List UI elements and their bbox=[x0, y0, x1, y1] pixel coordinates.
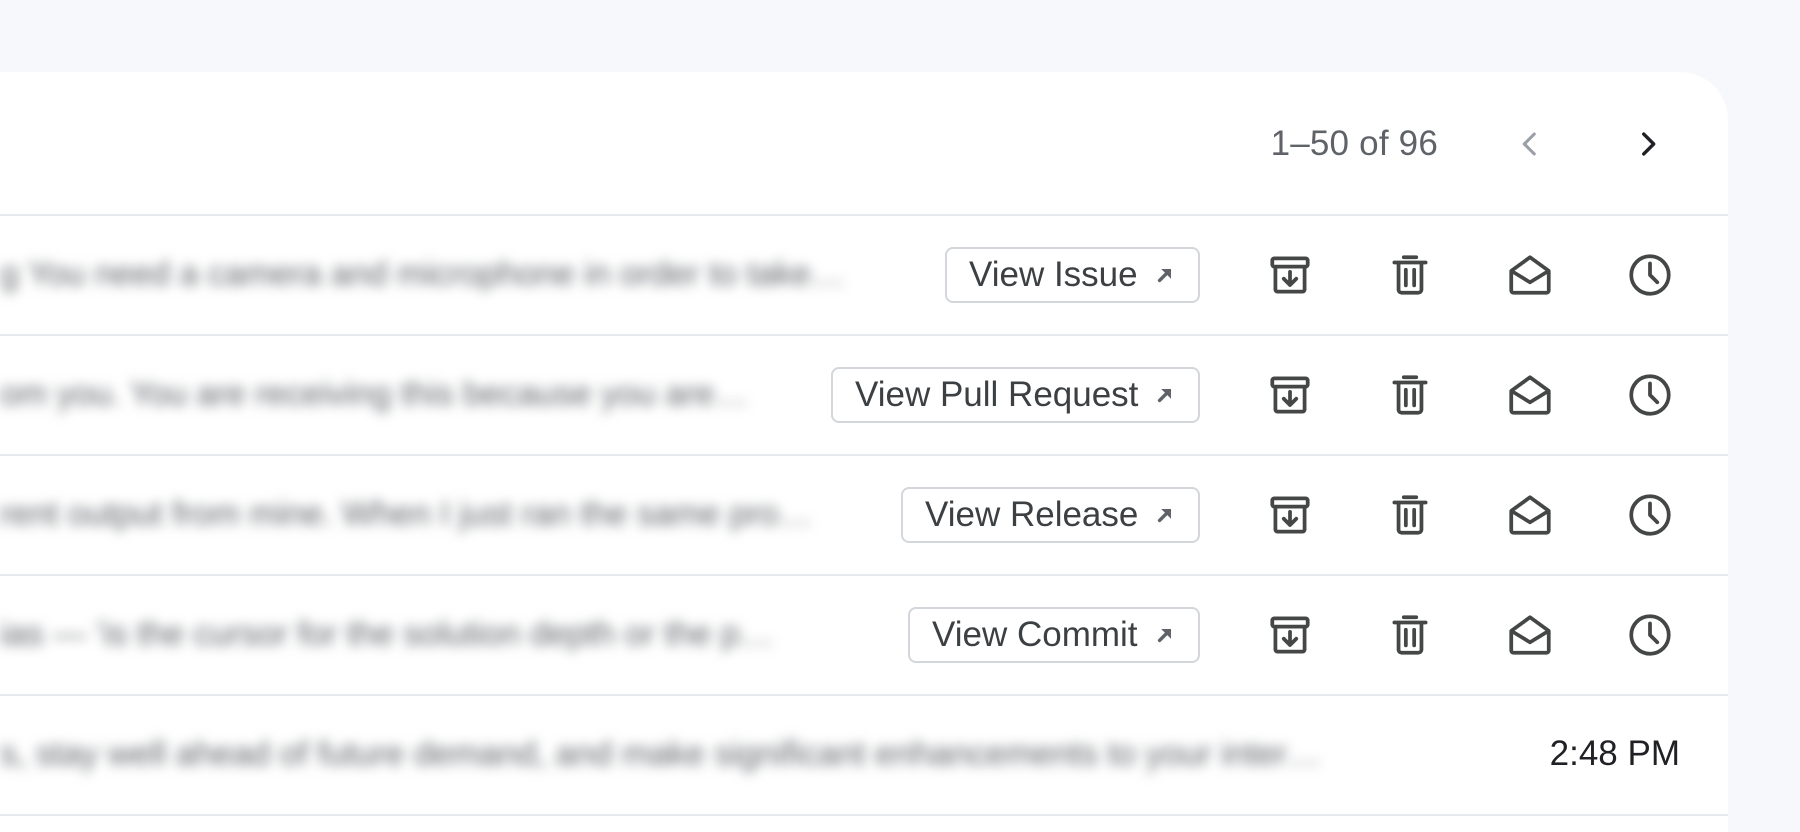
clock-icon bbox=[1629, 254, 1671, 296]
open-external-arrow-icon bbox=[1152, 622, 1178, 648]
pagination-range: 1–50 of 96 bbox=[1270, 124, 1438, 163]
mail-open-icon bbox=[1509, 495, 1551, 535]
trash-icon bbox=[1392, 375, 1428, 415]
delete-button[interactable] bbox=[1382, 367, 1438, 423]
delete-button[interactable] bbox=[1382, 247, 1438, 303]
trash-icon bbox=[1392, 615, 1428, 655]
next-page-button[interactable] bbox=[1620, 116, 1676, 172]
chip-label: View Pull Request bbox=[855, 375, 1139, 414]
message-snippet: om you. You are receiving this because y… bbox=[0, 375, 749, 413]
chevron-left-icon bbox=[1522, 132, 1536, 156]
trash-icon bbox=[1392, 495, 1428, 535]
chip-label: View Release bbox=[925, 495, 1139, 534]
mark-as-read-button[interactable] bbox=[1502, 247, 1558, 303]
clock-icon bbox=[1629, 494, 1671, 536]
quick-action-chip[interactable]: View Issue bbox=[945, 247, 1200, 303]
mail-open-icon bbox=[1509, 615, 1551, 655]
open-external-arrow-icon bbox=[1152, 262, 1178, 288]
mail-open-icon bbox=[1509, 375, 1551, 415]
message-snippet: ias — 'is the cursor for the solution de… bbox=[0, 615, 774, 653]
clock-icon bbox=[1629, 374, 1671, 416]
message-row[interactable]: rent output from mine. When I just ran t… bbox=[0, 456, 1728, 576]
archive-icon bbox=[1270, 496, 1310, 534]
message-row[interactable]: s, stay well ahead of future demand, and… bbox=[0, 696, 1728, 816]
message-time: 2:48 PM bbox=[1549, 734, 1680, 773]
previous-page-button[interactable] bbox=[1502, 116, 1558, 172]
archive-icon bbox=[1270, 376, 1310, 414]
mark-as-read-button[interactable] bbox=[1502, 487, 1558, 543]
archive-icon bbox=[1270, 256, 1310, 294]
message-snippet: g You need a camera and microphone in or… bbox=[0, 255, 845, 293]
archive-button[interactable] bbox=[1262, 487, 1318, 543]
open-external-arrow-icon bbox=[1152, 502, 1178, 528]
snooze-button[interactable] bbox=[1622, 367, 1678, 423]
quick-action-chip[interactable]: View Commit bbox=[908, 607, 1200, 663]
message-snippet: rent output from mine. When I just ran t… bbox=[0, 495, 813, 533]
message-row[interactable]: g You need a camera and microphone in or… bbox=[0, 216, 1728, 336]
chip-label: View Commit bbox=[932, 615, 1138, 654]
quick-action-chip[interactable]: View Release bbox=[901, 487, 1201, 543]
mail-open-icon bbox=[1509, 255, 1551, 295]
quick-action-chip[interactable]: View Pull Request bbox=[831, 367, 1201, 423]
trash-icon bbox=[1392, 255, 1428, 295]
delete-button[interactable] bbox=[1382, 607, 1438, 663]
clock-icon bbox=[1629, 614, 1671, 656]
mark-as-read-button[interactable] bbox=[1502, 607, 1558, 663]
archive-button[interactable] bbox=[1262, 247, 1318, 303]
message-row[interactable]: om you. You are receiving this because y… bbox=[0, 336, 1728, 456]
open-external-arrow-icon bbox=[1152, 382, 1178, 408]
chevron-right-icon bbox=[1642, 132, 1656, 156]
snooze-button[interactable] bbox=[1622, 607, 1678, 663]
mark-as-read-button[interactable] bbox=[1502, 367, 1558, 423]
list-toolbar: 1–50 of 96 bbox=[0, 72, 1728, 216]
snooze-button[interactable] bbox=[1622, 487, 1678, 543]
archive-button[interactable] bbox=[1262, 367, 1318, 423]
message-snippet: s, stay well ahead of future demand, and… bbox=[0, 735, 1322, 773]
archive-icon bbox=[1270, 616, 1310, 654]
archive-button[interactable] bbox=[1262, 607, 1318, 663]
message-list-panel: 1–50 of 96 g You need a camera and micro… bbox=[0, 72, 1728, 832]
chip-label: View Issue bbox=[969, 255, 1138, 294]
message-row[interactable]: ias — 'is the cursor for the solution de… bbox=[0, 576, 1728, 696]
snooze-button[interactable] bbox=[1622, 247, 1678, 303]
delete-button[interactable] bbox=[1382, 487, 1438, 543]
